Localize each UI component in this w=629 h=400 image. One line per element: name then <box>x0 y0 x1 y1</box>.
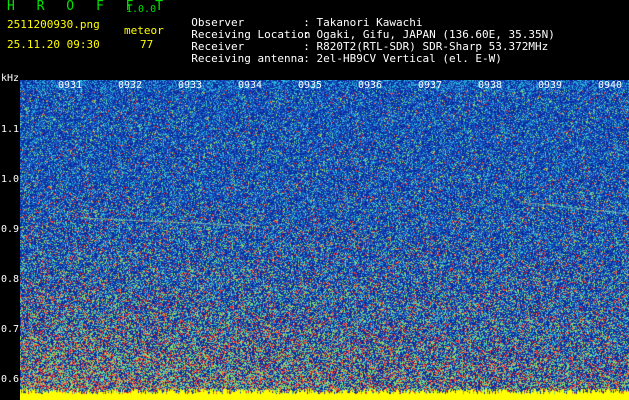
x-tick-label: 0939 <box>538 80 563 91</box>
app-version: 1.0.0 <box>126 4 157 15</box>
y-tick-label: 1.0 <box>1 174 20 185</box>
spectrogram-panel <box>20 80 629 400</box>
x-tick-label: 0935 <box>298 80 323 91</box>
x-tick-label: 0931 <box>58 80 83 91</box>
info-value: : 2el-HB9CV Vertical (el. E-W) <box>303 52 502 65</box>
spectrogram-canvas <box>20 80 629 400</box>
x-tick-label: 0933 <box>178 80 203 91</box>
file-name: 2511200930.png <box>7 18 100 31</box>
info-label: Receiving antenna <box>191 52 304 65</box>
y-tick-label: 0.9 <box>1 224 20 235</box>
y-tick-label: 0.7 <box>1 324 20 335</box>
y-tick-label: 1.1 <box>1 124 20 135</box>
detection-count: 77 <box>140 38 154 51</box>
x-tick-label: 0934 <box>238 80 263 91</box>
y-tick-label: 0.6 <box>1 374 20 385</box>
x-tick-label: 0937 <box>418 80 443 91</box>
detection-label: meteor <box>124 24 164 37</box>
x-tick-label: 0936 <box>358 80 383 91</box>
x-tick-label: 0940 <box>598 80 623 91</box>
y-axis-unit: kHz <box>1 73 20 84</box>
x-tick-label: 0938 <box>478 80 503 91</box>
info-row-antenna: Receiving antenna: 2el-HB9CV Vertical (e… <box>178 41 502 65</box>
capture-datetime: 25.11.20 09:30 <box>7 38 100 51</box>
y-tick-label: 0.8 <box>1 274 20 285</box>
x-tick-label: 0932 <box>118 80 143 91</box>
